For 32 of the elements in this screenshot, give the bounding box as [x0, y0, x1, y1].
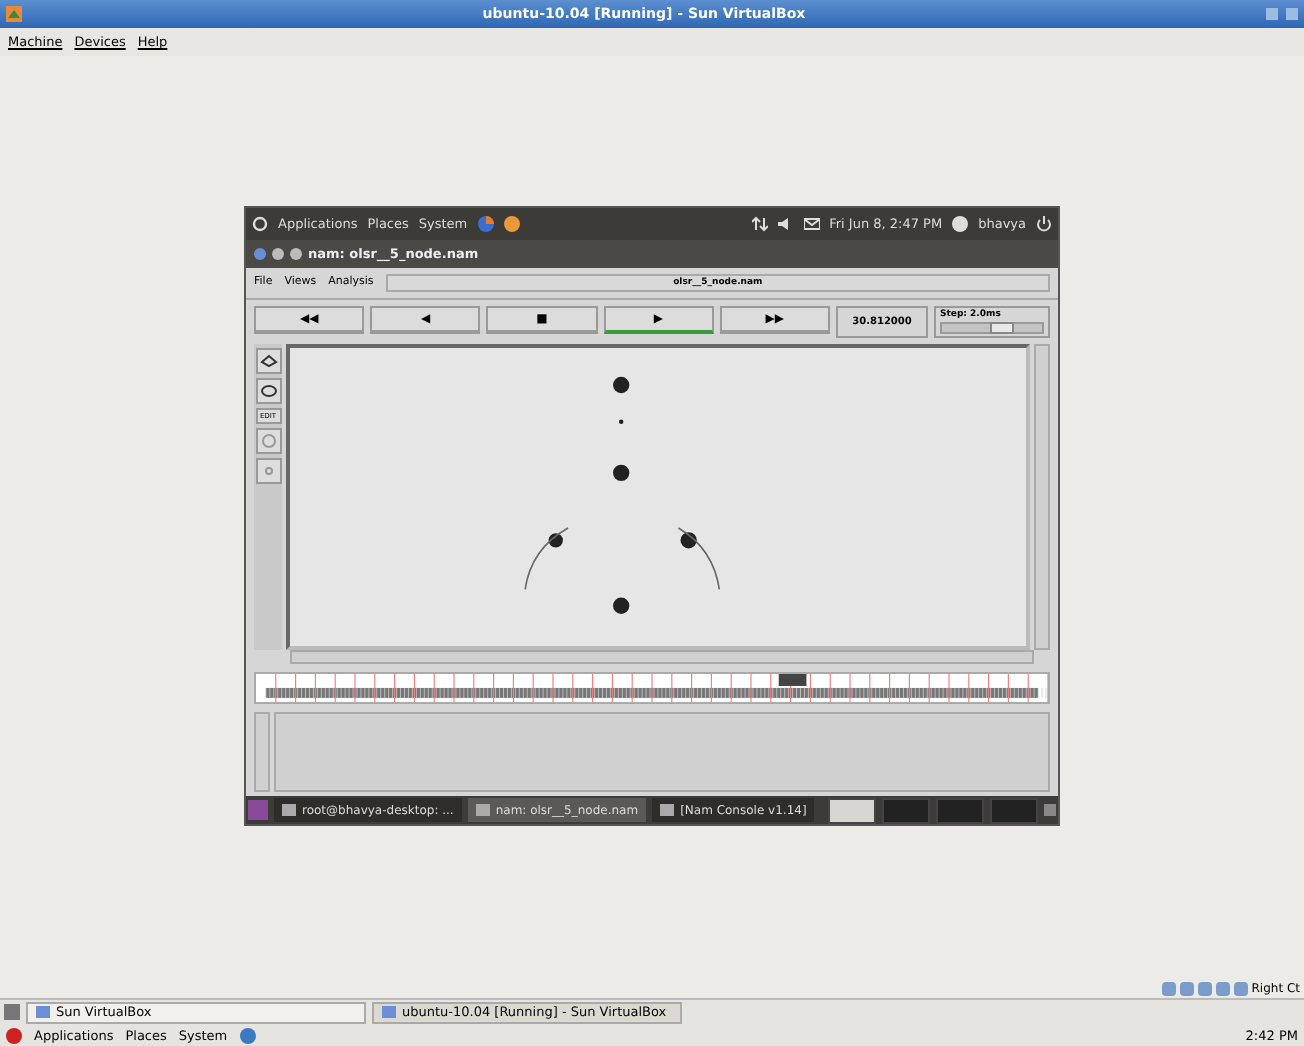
zoom-in-icon[interactable] [255, 347, 281, 374]
dot-tool-icon[interactable] [255, 458, 281, 485]
maximize-icon[interactable] [290, 247, 302, 260]
window-icon [282, 804, 296, 817]
workspace-switcher[interactable] [990, 797, 1038, 824]
browser-icon[interactable] [477, 215, 494, 232]
workspace-switcher[interactable] [828, 797, 876, 824]
scrollbar[interactable] [254, 712, 270, 793]
window-icon [382, 1006, 396, 1018]
scrollbar[interactable] [290, 650, 1034, 665]
globe-icon[interactable] [239, 1027, 256, 1043]
circle-tool-icon[interactable] [255, 428, 281, 455]
scrollbar[interactable] [1034, 343, 1050, 651]
window-icon [475, 804, 490, 817]
workspace-switcher[interactable] [936, 797, 984, 824]
network-icon[interactable] [751, 215, 768, 232]
app-icon [6, 6, 22, 22]
mail-icon[interactable] [803, 215, 820, 232]
zoom-out-icon[interactable] [255, 377, 281, 404]
step-slider[interactable] [940, 321, 1045, 334]
power-icon[interactable] [1036, 215, 1052, 232]
minimize-icon[interactable] [272, 247, 284, 260]
window-icon [36, 1006, 50, 1018]
logo-icon [6, 1027, 22, 1043]
desktop-icon[interactable] [248, 800, 268, 821]
workspace-switcher[interactable] [882, 797, 930, 824]
logo-icon [252, 215, 268, 232]
timeline-drawing[interactable] [254, 672, 1050, 705]
window-icon [660, 804, 675, 817]
slider-thumb[interactable] [990, 321, 1015, 334]
close-icon[interactable] [254, 247, 266, 260]
volume-icon[interactable] [777, 215, 794, 232]
